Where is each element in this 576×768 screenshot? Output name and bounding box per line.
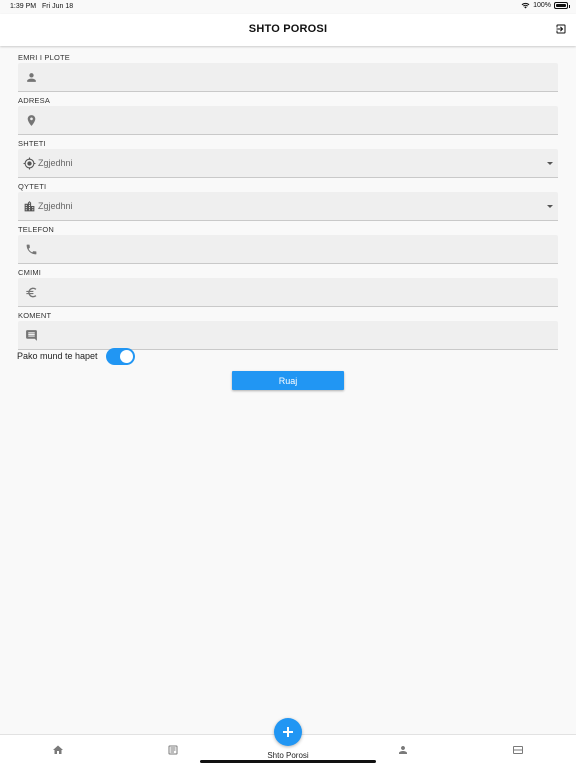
home-icon[interactable] [52, 744, 64, 756]
address-input[interactable] [44, 106, 550, 134]
add-order-fab[interactable] [274, 718, 302, 746]
phone-field[interactable] [18, 235, 558, 264]
city-select[interactable]: Zgjedhni [18, 192, 558, 221]
full-name-label: EMRI I PLOTE [18, 53, 70, 62]
full-name-field[interactable] [18, 63, 558, 92]
address-field[interactable] [18, 106, 558, 135]
package-open-toggle[interactable] [105, 347, 135, 365]
status-bar: 1:39 PM Fri Jun 18 100% [0, 0, 576, 14]
country-select[interactable]: Zgjedhni [18, 149, 558, 178]
package-open-label: Pako mund te hapet [17, 351, 98, 361]
full-name-input[interactable] [44, 63, 550, 91]
person-icon [27, 73, 36, 82]
address-label: ADRESA [18, 96, 51, 105]
country-select-value: Zgjedhni [38, 158, 73, 168]
gps-target-icon [23, 157, 36, 170]
user-icon[interactable] [397, 744, 409, 756]
comment-icon [26, 330, 37, 341]
page-title: SHTO POROSI [248, 23, 328, 35]
order-form: EMRI I PLOTE ADRESA SHTETI Zgjedhni QYTE… [18, 52, 558, 350]
app-header: SHTO POROSI [0, 14, 576, 46]
ticket-icon[interactable] [512, 744, 524, 756]
battery-icon [554, 2, 570, 9]
chevron-down-icon [547, 205, 553, 208]
add-order-label[interactable]: Shto Porosi [248, 751, 328, 760]
comment-field[interactable] [18, 321, 558, 350]
status-date: Fri Jun 18 [42, 3, 74, 10]
comment-label: KOMENT [18, 311, 52, 320]
phone-input[interactable] [44, 235, 550, 263]
comment-input[interactable] [44, 321, 550, 349]
package-open-row: Pako mund te hapet [17, 347, 135, 365]
location-pin-icon [27, 115, 36, 126]
city-icon [24, 201, 35, 212]
price-input[interactable] [44, 278, 550, 306]
toggle-knob [119, 349, 133, 363]
phone-icon [26, 244, 37, 255]
status-time: 1:39 PM [10, 3, 37, 10]
document-icon[interactable] [167, 744, 179, 756]
city-label: QYTETI [18, 182, 47, 191]
chevron-down-icon [547, 162, 553, 165]
home-indicator [200, 760, 376, 763]
logout-icon[interactable] [555, 23, 567, 35]
city-select-value: Zgjedhni [38, 201, 73, 211]
euro-icon [26, 287, 37, 298]
battery-percent: 100% [533, 2, 551, 9]
price-field[interactable] [18, 278, 558, 307]
save-button[interactable]: Ruaj [232, 371, 344, 390]
status-right: 100% [521, 2, 570, 9]
country-label: SHTETI [18, 139, 46, 148]
wifi-icon [521, 2, 530, 9]
phone-label: TELEFON [18, 225, 54, 234]
price-label: CMIMI [18, 268, 42, 277]
